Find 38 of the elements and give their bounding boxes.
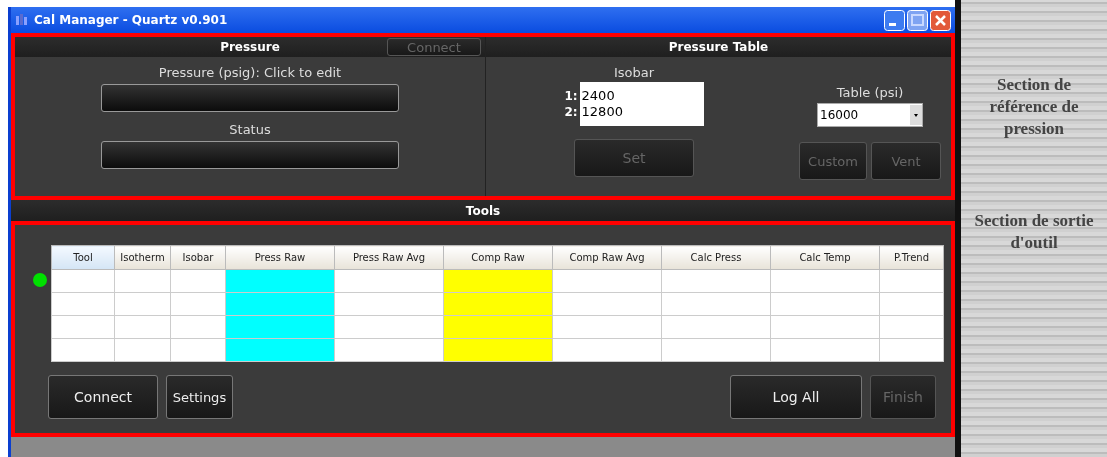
close-icon[interactable] [930,9,951,31]
table-cell [51,269,115,293]
action-button[interactable]: Settings [166,375,233,419]
line-number: 2: [564,104,578,120]
column-header[interactable]: P.Trend [879,245,944,270]
section-title: Pressure [220,40,280,54]
section-title: Tools [465,203,501,218]
minimize-icon[interactable] [884,9,905,31]
maximize-icon[interactable] [907,9,928,31]
isobar-field[interactable]: 2400 12800 [579,82,704,126]
field-label: Pressure (psig): Click to edit [158,65,342,81]
table-cell [51,292,115,316]
window-title: Cal Manager - Quartz v0.901 [34,13,228,27]
column-header[interactable]: Tool [51,245,115,270]
field-label: Status [229,122,271,138]
column-header[interactable]: Comp Raw Avg [552,245,662,270]
field-label: Isobar [613,65,655,81]
section-title: Pressure Table [668,40,769,54]
isobar-value: 12800 [581,104,624,120]
app-icon [15,13,29,27]
column-header[interactable]: Comp Raw [443,245,553,270]
column-header[interactable]: Press Raw Avg [334,245,444,270]
column-header[interactable]: Isobar [170,245,226,270]
annotation: Section de sortie d'outil [973,210,1095,254]
table-dropdown[interactable]: 16000 [817,103,923,127]
column-header[interactable]: Press Raw [225,245,335,270]
action-button[interactable]: Connect [48,375,158,419]
table-cell [51,338,115,362]
column-header[interactable]: Calc Press [661,245,771,270]
action-button[interactable]: Log All [730,375,862,419]
table-cell [51,315,115,339]
field-label: Table (psi) [836,85,904,101]
pressure-field[interactable] [101,84,399,112]
isobar-value: 2400 [581,88,616,104]
column-header[interactable]: Calc Temp [770,245,880,270]
column-header[interactable]: Isotherm [114,245,171,270]
line-number: 1: [564,88,578,104]
annotation: Section de référence de pression [988,74,1080,140]
